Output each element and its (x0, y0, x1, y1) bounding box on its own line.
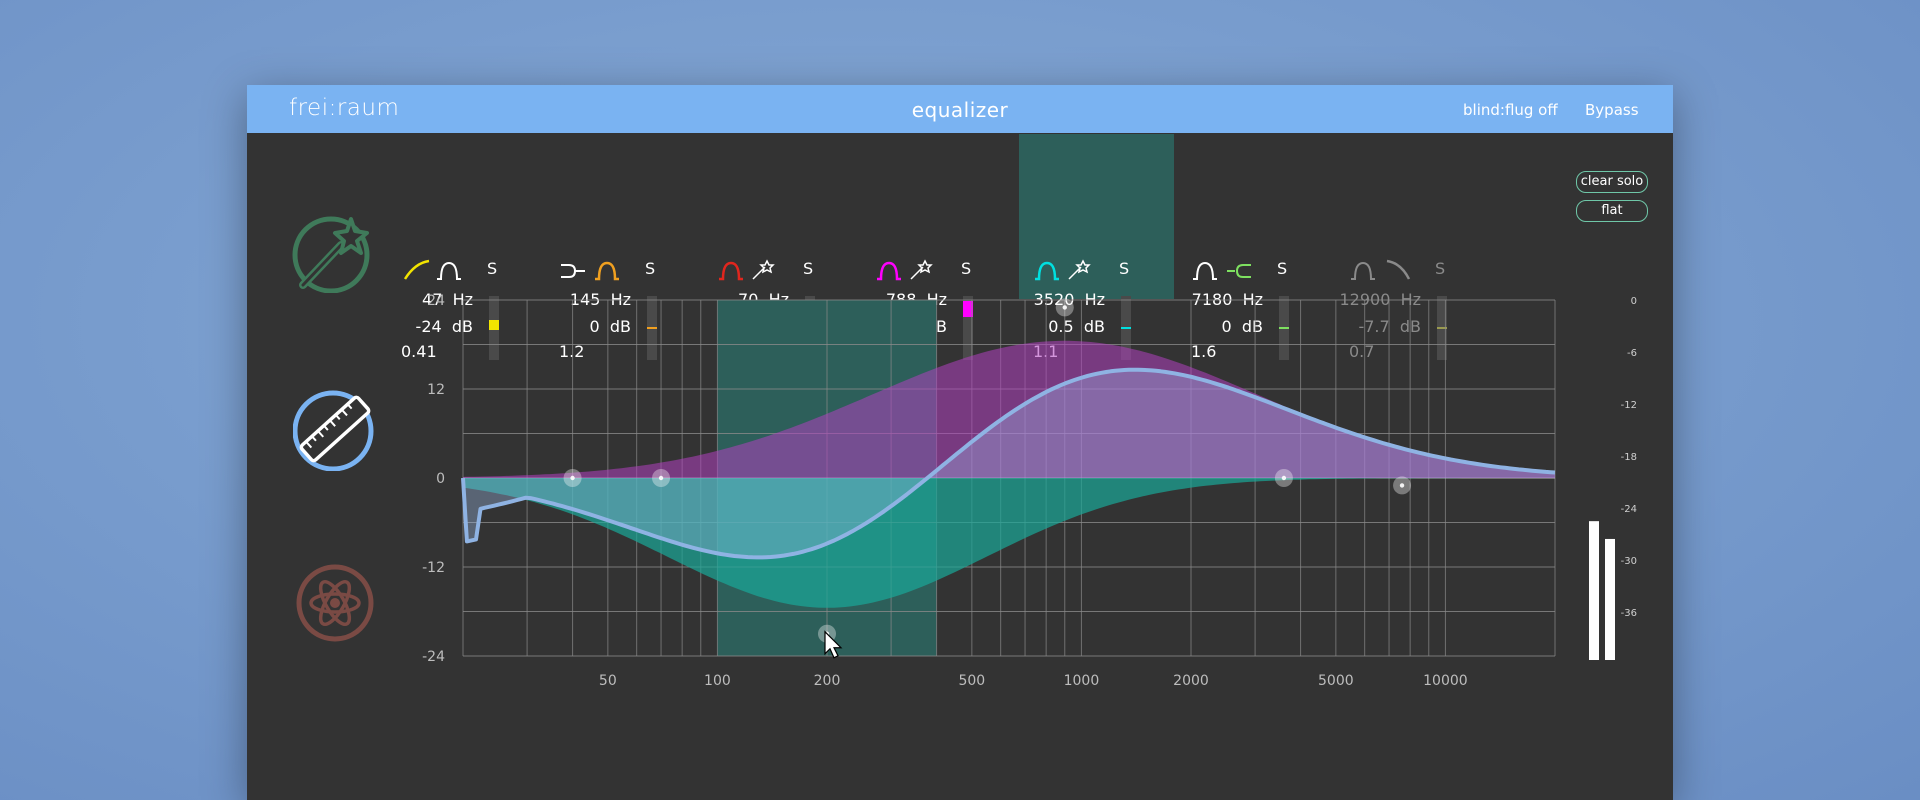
meter-left-bar (1589, 521, 1599, 660)
meter-scale-label: 0 (1631, 296, 1637, 307)
meter-right-bar (1605, 538, 1615, 660)
meter-scale-label: -36 (1621, 608, 1637, 619)
meter-scale-label: -12 (1621, 400, 1637, 411)
meter-scale-label: -18 (1621, 452, 1637, 463)
meter-scale-label: -6 (1627, 348, 1637, 359)
equalizer-window: frei:raum equalizer blind:flug off Bypas… (247, 85, 1673, 800)
meter-scale-label: -24 (1621, 504, 1637, 515)
meter-scale-label: -30 (1621, 556, 1637, 567)
level-meter: 0 -6 -12 -18 -24 -30 -36 (1589, 296, 1637, 660)
